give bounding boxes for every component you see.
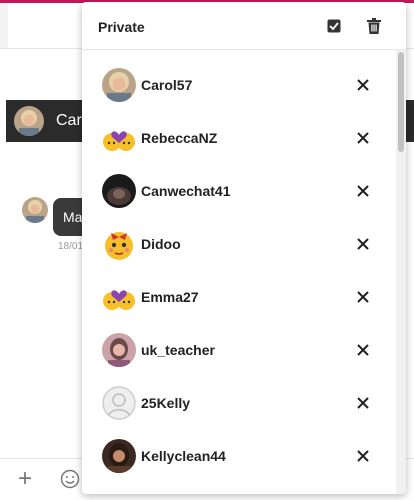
user-avatar — [102, 227, 136, 261]
list-item[interactable]: Didoo — [82, 219, 396, 272]
chat-header-name: Car — [56, 112, 82, 129]
list-item[interactable]: 25Kelly — [82, 378, 396, 431]
checkbox-icon[interactable] — [325, 17, 343, 35]
user-avatar — [102, 68, 136, 102]
dropdown-title: Private — [98, 19, 145, 35]
close-icon[interactable] — [354, 129, 372, 147]
username: Canwechat41 — [141, 183, 231, 199]
user-avatar — [102, 280, 136, 314]
message-avatar — [22, 197, 48, 223]
scrollbar-thumb[interactable] — [398, 52, 404, 152]
close-icon[interactable] — [354, 182, 372, 200]
close-icon[interactable] — [354, 235, 372, 253]
dropdown-header: Private — [82, 2, 406, 50]
add-icon[interactable]: + — [18, 467, 32, 491]
close-icon[interactable] — [354, 447, 372, 465]
list-item[interactable]: RebeccaNZ — [82, 113, 396, 166]
background-panel — [0, 3, 8, 48]
list-item[interactable]: Emma27 — [82, 272, 396, 325]
user-avatar — [102, 386, 136, 420]
trash-icon[interactable] — [365, 17, 383, 35]
close-icon[interactable] — [354, 288, 372, 306]
user-avatar — [102, 174, 136, 208]
user-avatar — [102, 121, 136, 155]
private-chat-list: Carol57 RebeccaNZ Canwechat41 Didoo Emma… — [82, 60, 396, 484]
username: RebeccaNZ — [141, 130, 218, 146]
username: Kellyclean44 — [141, 448, 226, 464]
user-avatar — [102, 439, 136, 473]
list-item[interactable]: Canwechat41 — [82, 166, 396, 219]
private-chats-dropdown: Private Carol57 RebeccaNZ Canwechat41 Di… — [82, 2, 406, 494]
username: 25Kelly — [141, 395, 191, 411]
emoji-icon[interactable] — [60, 469, 80, 494]
message-timestamp: 18/01 — [58, 241, 84, 252]
close-icon[interactable] — [354, 394, 372, 412]
close-icon[interactable] — [354, 341, 372, 359]
user-avatar — [102, 333, 136, 367]
username: Carol57 — [141, 77, 193, 93]
username: Emma27 — [141, 289, 199, 305]
list-item[interactable]: Kellyclean44 — [82, 431, 396, 484]
username: Didoo — [141, 236, 181, 252]
list-item[interactable]: Carol57 — [82, 60, 396, 113]
close-icon[interactable] — [354, 76, 372, 94]
chat-header-avatar — [14, 106, 44, 136]
list-item[interactable]: uk_teacher — [82, 325, 396, 378]
username: uk_teacher — [141, 342, 215, 358]
message-text: Ma — [63, 209, 83, 225]
